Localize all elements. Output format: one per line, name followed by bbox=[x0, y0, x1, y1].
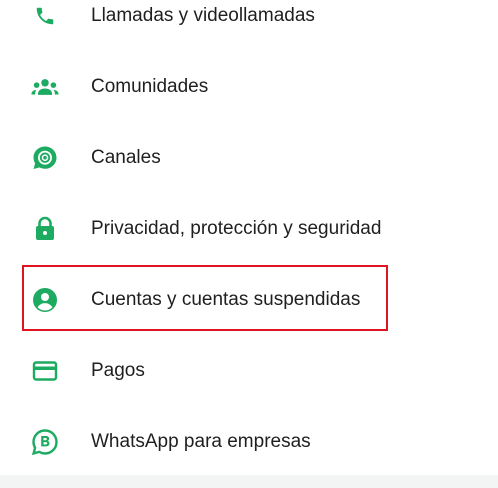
phone-icon bbox=[31, 2, 59, 30]
menu-item-label: Comunidades bbox=[91, 76, 209, 97]
menu-item-privacy[interactable]: Privacidad, protección y seguridad bbox=[0, 193, 498, 264]
card-icon bbox=[31, 357, 59, 385]
account-icon bbox=[31, 286, 59, 314]
menu-item-channels[interactable]: Canales bbox=[0, 122, 498, 193]
menu-item-payments[interactable]: Pagos bbox=[0, 335, 498, 406]
bottom-strip bbox=[0, 475, 498, 488]
menu-item-business[interactable]: WhatsApp para empresas bbox=[0, 406, 498, 477]
menu-item-label: Canales bbox=[91, 147, 161, 168]
communities-icon bbox=[31, 73, 59, 101]
menu-item-label: Cuentas y cuentas suspendidas bbox=[91, 289, 361, 310]
channels-icon bbox=[31, 144, 59, 172]
menu-item-label: Pagos bbox=[91, 360, 145, 381]
help-menu: Llamadas y videollamadas Comunidades Can… bbox=[0, 0, 498, 475]
menu-item-label: Llamadas y videollamadas bbox=[91, 5, 315, 26]
lock-icon bbox=[31, 215, 59, 243]
menu-item-label: WhatsApp para empresas bbox=[91, 431, 311, 452]
menu-item-accounts[interactable]: Cuentas y cuentas suspendidas bbox=[0, 264, 498, 335]
menu-item-calls[interactable]: Llamadas y videollamadas bbox=[0, 0, 498, 51]
menu-item-label: Privacidad, protección y seguridad bbox=[91, 218, 382, 239]
menu-item-communities[interactable]: Comunidades bbox=[0, 51, 498, 122]
business-icon bbox=[31, 428, 59, 456]
